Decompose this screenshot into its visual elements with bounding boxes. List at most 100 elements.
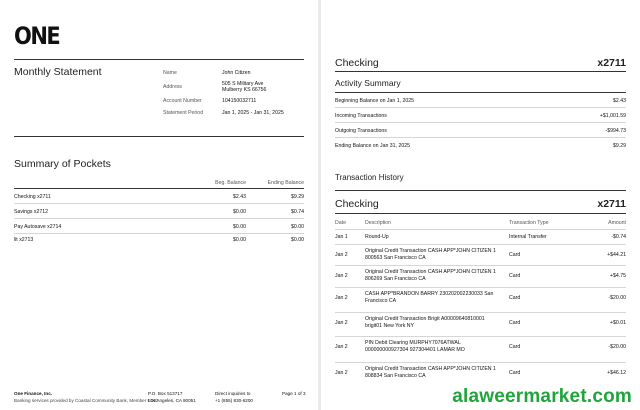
footer-page-number: Page 1 of 3 [282,391,306,396]
transaction-description: Original Credit Transaction CASH APP*JOH… [365,248,496,261]
statement-title: Monthly Statement [14,66,102,78]
info-label: Account Number [163,98,202,104]
account-number: x2711 [597,57,626,69]
activity-value: -$994.73 [605,128,626,134]
pocket-beg: $0.00 [233,209,246,215]
pocket-beg: $0.00 [233,237,246,243]
row-divider [335,244,626,245]
row-divider [14,203,304,204]
account-divider [335,71,626,72]
activity-title: Activity Summary [335,78,401,88]
activity-label: Ending Balance on Jan 31, 2025 [335,143,410,149]
row-divider [335,362,626,363]
history-header-divider [335,213,626,214]
transaction-type: Card [509,370,521,376]
row-divider [335,312,626,313]
transaction-description: Round-Up [365,234,389,240]
pocket-name: lit x2713 [14,237,34,243]
row-divider [335,265,626,266]
transaction-amount: +$46.12 [607,370,626,376]
transaction-description: Original Credit Transaction CASH APP*JOH… [365,269,496,282]
transaction-date: Jan 2 [335,252,348,258]
row-divider [335,336,626,337]
activity-divider [335,92,626,93]
row-divider [335,137,626,138]
transaction-amount: -$0.74 [611,234,626,240]
history-title: Transaction History [335,173,404,182]
col-header-date: Date [335,220,346,226]
row-divider [335,122,626,123]
footer-phone: +1 (855) 830-6200 [215,398,253,403]
transaction-type: Card [509,344,521,350]
footer-direct: Direct inquiries to [215,391,251,396]
transaction-amount: +$44.21 [607,252,626,258]
transaction-date: Jan 2 [335,273,348,279]
pocket-name: Checking x2711 [14,194,51,200]
info-label: Address [163,84,183,90]
info-value: John Citizen [222,70,251,76]
footer-city: Los Angeles, CA 90051 [148,398,196,403]
transaction-type: Card [509,320,521,326]
transaction-type: Card [509,273,521,279]
table-divider [14,188,304,189]
activity-value: $2.43 [613,98,626,104]
transaction-type: Card [509,295,521,301]
pocket-name: Pay Autosave x2714 [14,224,62,230]
transaction-amount: +$4.75 [609,273,626,279]
top-divider [14,59,304,60]
watermark: alaweermarket.com [452,386,632,407]
transaction-description: Original Credit Transaction CASH APP*JOH… [365,366,496,379]
transaction-date: Jan 2 [335,344,348,350]
row-divider [335,107,626,108]
activity-label: Outgoing Transactions [335,128,387,134]
account-title: Checking [335,57,379,69]
section-divider [14,136,304,137]
col-header-description: Description [365,220,391,226]
footer-company: One Finance, Inc. [14,391,53,396]
col-header: Ending Balance [267,180,304,186]
transaction-description: PIN Debit Clearing MURPHY7076ATWAL 00000… [365,340,465,353]
row-divider [14,233,304,234]
transaction-description: CASH APP*BRANDON BARRY 230202002230033 S… [365,291,494,304]
footer-disclaimer: Banking services provided by Coastal Com… [14,398,159,403]
history-account-number: x2711 [597,198,626,210]
col-header-type: Transaction Type [509,220,549,226]
pocket-beg: $2.43 [233,194,246,200]
info-value: 505 S Military Ave Mulberry KS 66756 [222,81,267,93]
activity-label: Beginning Balance on Jan 1, 2025 [335,98,415,104]
info-label: Name [163,70,177,76]
one-logo: ONE [14,22,61,50]
statement-page-1: ONE Monthly Statement Name John Citizen … [0,0,318,410]
activity-value: +$1,001.59 [599,113,626,119]
transaction-date: Jan 2 [335,295,348,301]
pocket-end: $0.00 [291,237,304,243]
col-header: Beg. Balance [215,180,246,186]
history-divider [335,190,626,191]
transaction-date: Jan 1 [335,234,348,240]
transaction-type: Internal Transfer [509,234,547,240]
info-value: 104150032711 [222,98,257,104]
transaction-amount: +$0.01 [609,320,626,326]
transaction-type: Card [509,252,521,258]
info-label: Statement Period [163,110,204,116]
row-divider [14,218,304,219]
footer-pobox: P.O. Box 513717 [148,391,183,396]
pocket-beg: $0.00 [233,224,246,230]
transaction-amount: -$20.00 [608,295,626,301]
transaction-date: Jan 2 [335,320,348,326]
pocket-end: $9.29 [291,194,304,200]
transaction-description: Original Credit Transaction Brigit A0000… [365,316,485,329]
activity-value: $9.29 [613,143,626,149]
statement-page-2: Checking x2711 Activity Summary Beginnin… [321,0,640,410]
history-account-title: Checking [335,198,379,210]
activity-label: Incoming Transactions [335,113,387,119]
pockets-title: Summary of Pockets [14,158,111,170]
transaction-date: Jan 2 [335,370,348,376]
info-value: Jan 1, 2025 - Jan 31, 2025 [222,110,284,116]
col-header-amount: Amount [608,220,626,226]
row-divider [335,229,626,230]
pocket-end: $0.00 [291,224,304,230]
pocket-end: $0.74 [291,209,304,215]
row-divider [335,287,626,288]
transaction-amount: -$20.00 [608,344,626,350]
